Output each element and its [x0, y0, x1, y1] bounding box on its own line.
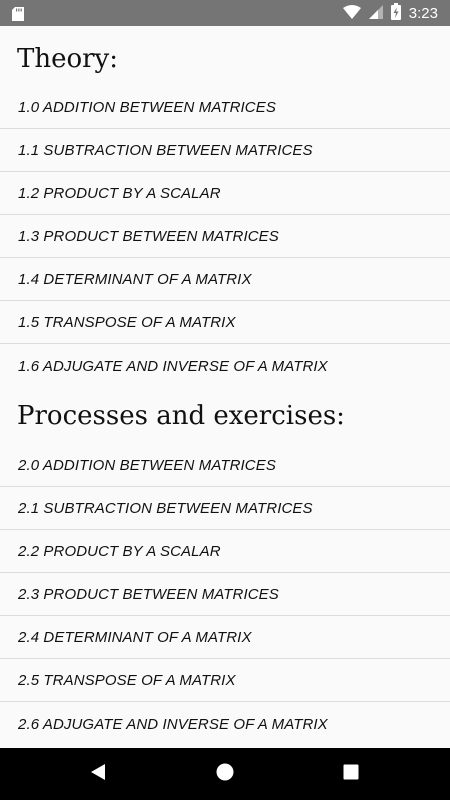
list-item-exercise-2-1[interactable]: 2.1 SUBTRACTION BETWEEN MATRICES	[0, 487, 450, 530]
list-item-label: 2.3 PRODUCT BETWEEN MATRICES	[18, 585, 279, 603]
status-time: 3:23	[408, 4, 438, 22]
sd-card-icon	[12, 6, 24, 21]
list-item-label: 2.1 SUBTRACTION BETWEEN MATRICES	[18, 499, 313, 517]
list-item-theory-1-4[interactable]: 1.4 DETERMINANT OF A MATRIX	[0, 258, 450, 301]
list-item-exercise-2-4[interactable]: 2.4 DETERMINANT OF A MATRIX	[0, 616, 450, 659]
section-title-processes: Processes and exercises:	[17, 401, 345, 431]
home-button[interactable]	[195, 748, 255, 800]
recents-button[interactable]	[321, 748, 381, 800]
list-item-exercise-2-5[interactable]: 2.5 TRANSPOSE OF A MATRIX	[0, 659, 450, 702]
list-item-label: 2.6 ADJUGATE AND INVERSE OF A MATRIX	[18, 716, 328, 733]
list-item-label: 2.0 ADDITION BETWEEN MATRICES	[18, 456, 276, 474]
list-item-label: 2.2 PRODUCT BY A SCALAR	[18, 542, 221, 560]
list-item-label: 1.0 ADDITION BETWEEN MATRICES	[18, 98, 276, 116]
back-button[interactable]	[68, 748, 128, 800]
list-item-label: 1.1 SUBTRACTION BETWEEN MATRICES	[18, 141, 313, 159]
section-title-theory: Theory:	[17, 44, 119, 74]
list-item-label: 1.5 TRANSPOSE OF A MATRIX	[18, 313, 236, 331]
list-item-theory-1-6[interactable]: 1.6 ADJUGATE AND INVERSE OF A MATRIX	[0, 345, 450, 388]
back-icon	[90, 763, 106, 785]
home-icon	[216, 763, 234, 785]
status-bar: 3:23	[0, 0, 450, 26]
list-item-label: 1.2 PRODUCT BY A SCALAR	[18, 184, 221, 202]
list-item-label: 2.4 DETERMINANT OF A MATRIX	[18, 628, 252, 646]
wifi-icon	[342, 4, 361, 23]
list-item-theory-1-2[interactable]: 1.2 PRODUCT BY A SCALAR	[0, 172, 450, 215]
list-item-theory-1-5[interactable]: 1.5 TRANSPOSE OF A MATRIX	[0, 301, 450, 344]
list-item-theory-1-3[interactable]: 1.3 PRODUCT BETWEEN MATRICES	[0, 215, 450, 258]
list-item-label: 1.3 PRODUCT BETWEEN MATRICES	[18, 227, 279, 245]
battery-charging-icon	[390, 2, 401, 24]
content-list: Theory: 1.0 ADDITION BETWEEN MATRICES 1.…	[0, 26, 450, 748]
list-item-theory-1-0[interactable]: 1.0 ADDITION BETWEEN MATRICES	[0, 86, 450, 129]
list-item-exercise-2-6[interactable]: 2.6 ADJUGATE AND INVERSE OF A MATRIX	[0, 703, 450, 746]
navigation-bar	[0, 748, 450, 800]
list-item-theory-1-1[interactable]: 1.1 SUBTRACTION BETWEEN MATRICES	[0, 129, 450, 172]
list-item-label: 1.4 DETERMINANT OF A MATRIX	[18, 270, 252, 288]
list-item-label: 1.6 ADJUGATE AND INVERSE OF A MATRIX	[18, 358, 328, 375]
list-item-exercise-2-2[interactable]: 2.2 PRODUCT BY A SCALAR	[0, 530, 450, 573]
list-item-exercise-2-0[interactable]: 2.0 ADDITION BETWEEN MATRICES	[0, 444, 450, 487]
signal-icon	[368, 4, 383, 23]
list-item-exercise-2-3[interactable]: 2.3 PRODUCT BETWEEN MATRICES	[0, 573, 450, 616]
recents-icon	[343, 764, 359, 784]
list-item-label: 2.5 TRANSPOSE OF A MATRIX	[18, 671, 236, 689]
